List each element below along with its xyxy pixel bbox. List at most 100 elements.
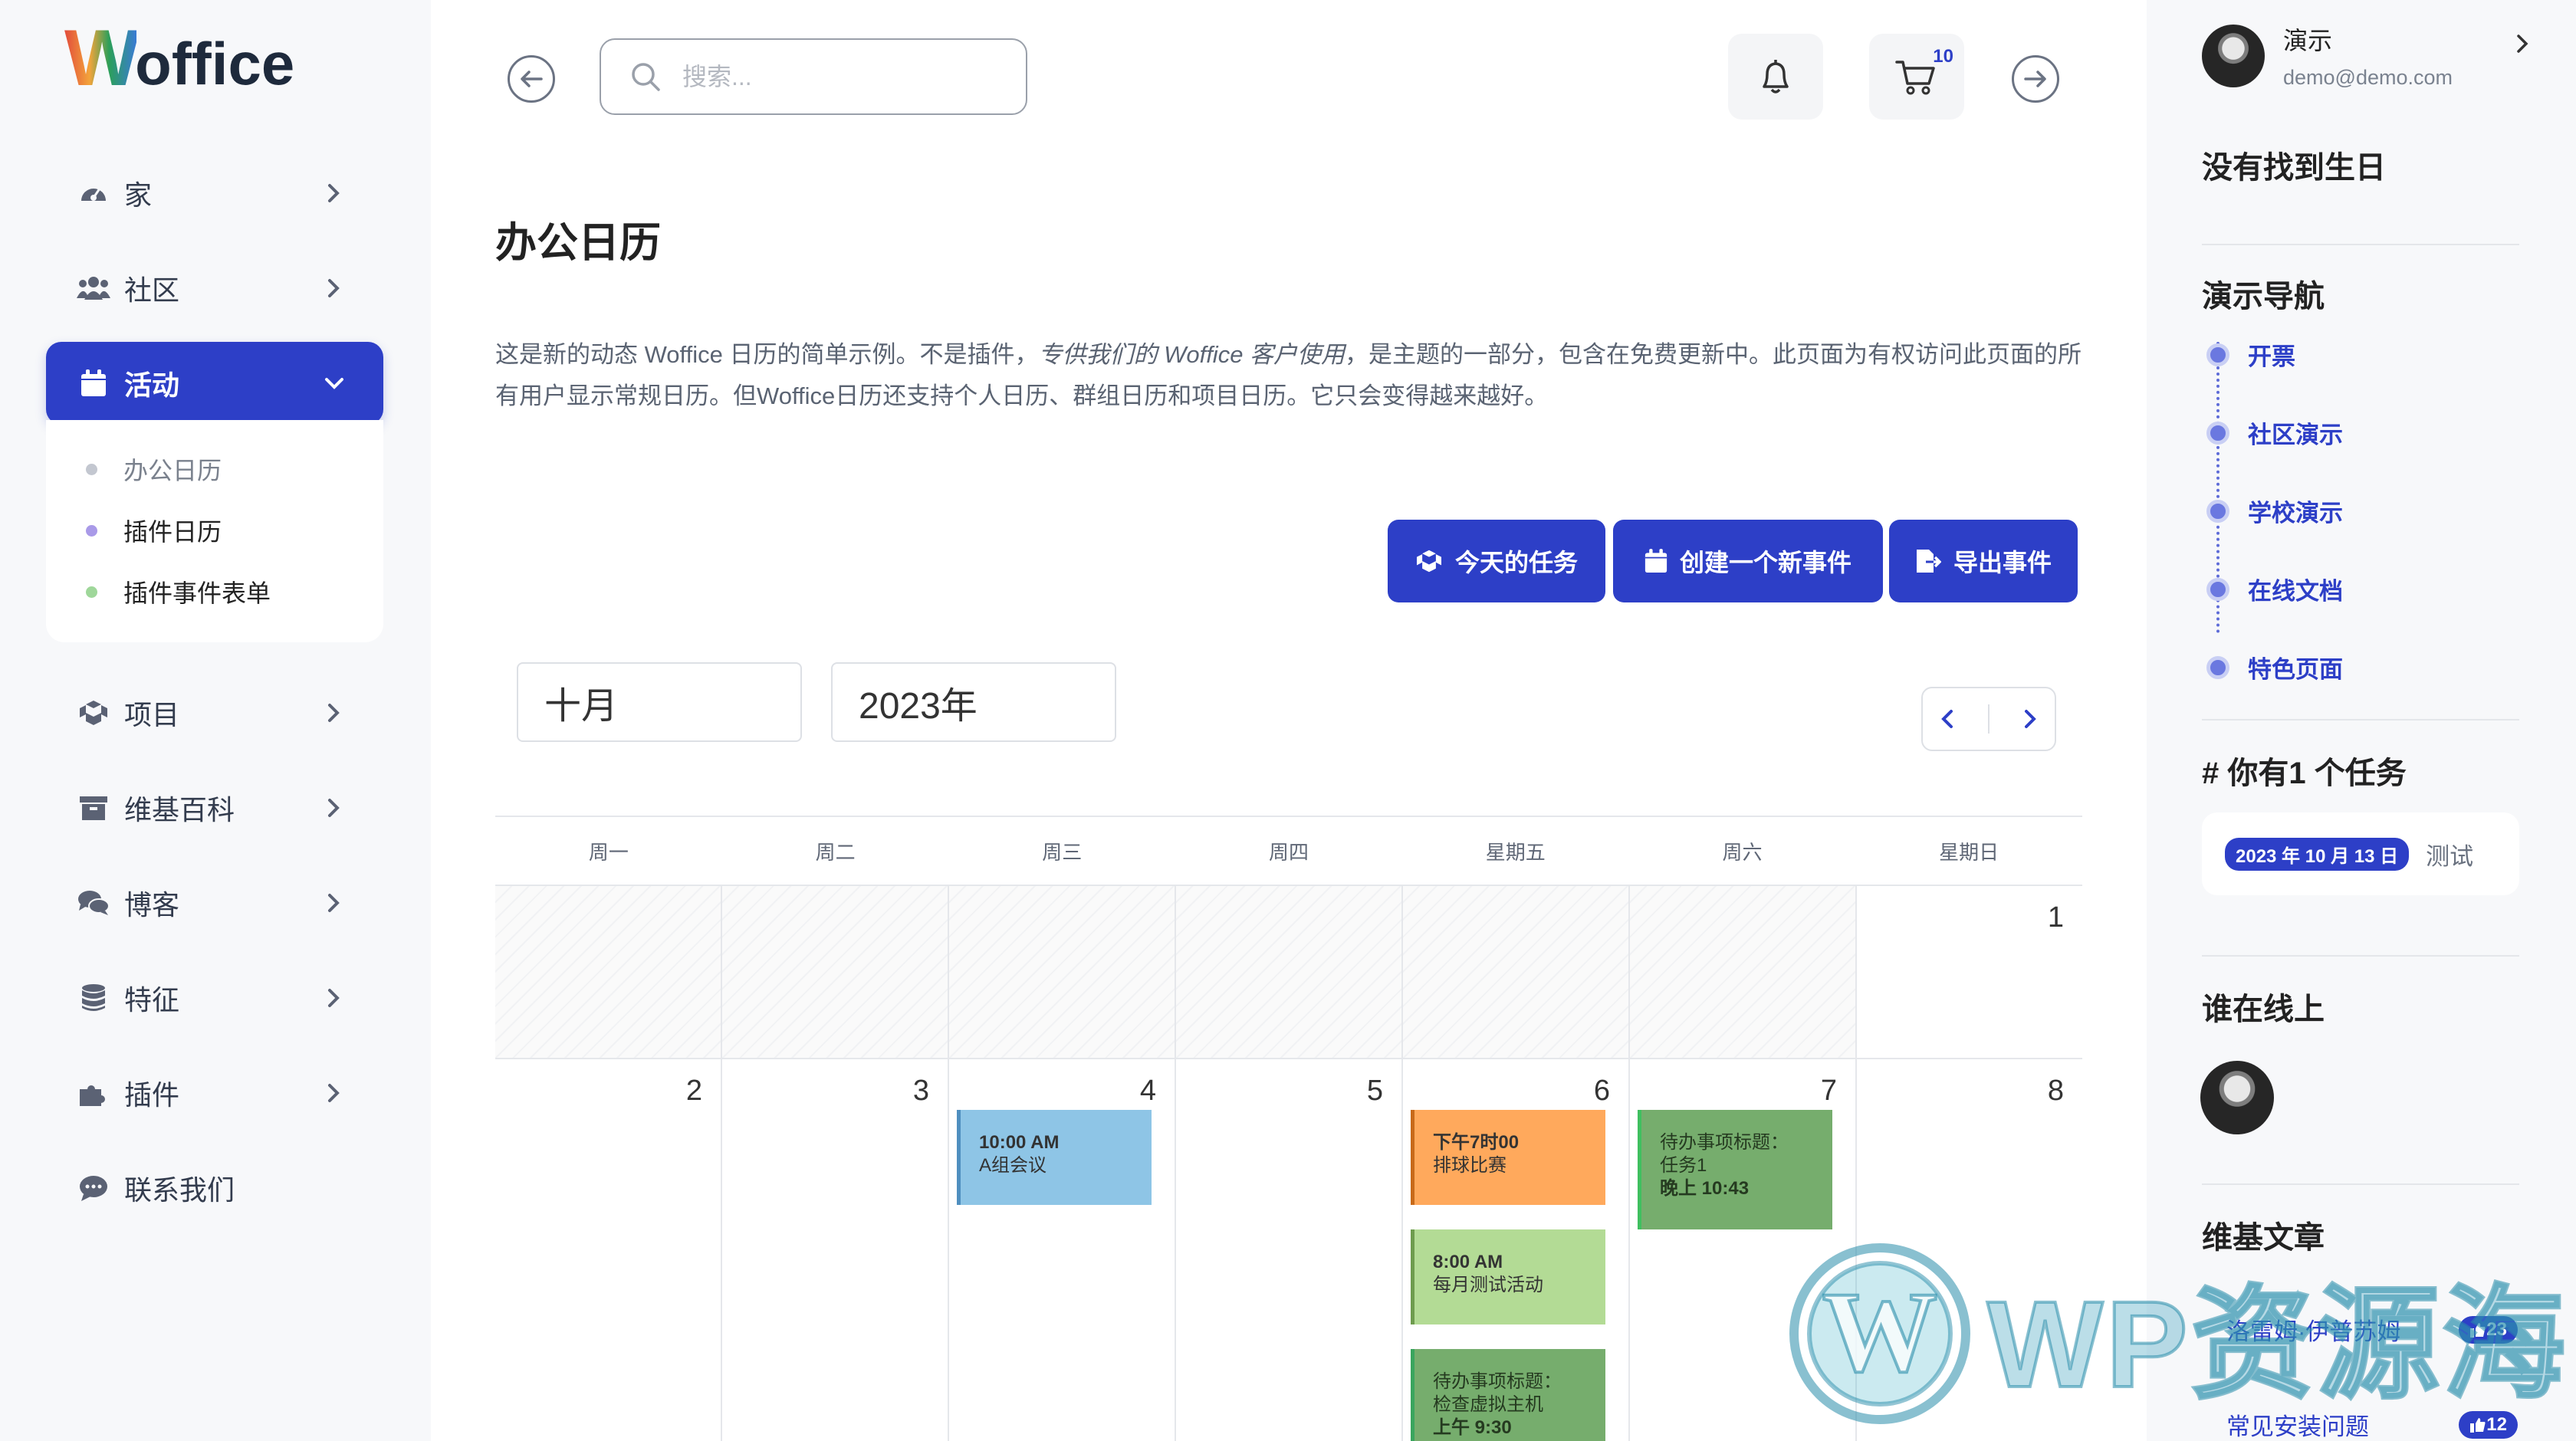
demo-nav-label: 特色页面 — [2248, 656, 2343, 683]
calendar-icon — [1644, 549, 1668, 573]
wiki-article-item[interactable]: 洛雷姆·伊普苏姆 23 — [2226, 1312, 2518, 1347]
timeline-dot-icon — [2206, 421, 2229, 445]
sidebar-item-label: 维基百科 — [124, 794, 235, 826]
bell-icon — [1763, 60, 1789, 94]
calendar-day[interactable]: 4 10:00 AM A组会议 — [949, 1059, 1176, 1441]
demo-nav-label: 开票 — [2248, 343, 2295, 370]
forward-button[interactable] — [2012, 55, 2059, 103]
timeline-dot-icon — [2206, 655, 2229, 679]
wiki-article-item[interactable]: 常见安装问题 12 — [2226, 1407, 2518, 1441]
arrow-left-icon — [521, 71, 543, 87]
event-time: 8:00 AM — [1433, 1252, 1503, 1272]
chevron-right-icon — [328, 894, 340, 912]
demo-nav-item[interactable]: 在线文档 — [2206, 572, 2343, 606]
demo-nav-item[interactable]: 社区演示 — [2206, 415, 2343, 450]
submenu-item-plugin-calendar[interactable]: 插件日历 — [86, 507, 222, 553]
today-tasks-button[interactable]: 今天的任务 — [1388, 520, 1605, 602]
day-number: 8 — [2047, 1075, 2064, 1107]
wiki-title: 维基文章 — [2202, 1221, 2325, 1255]
submenu-item-office-calendar[interactable]: 办公日历 — [86, 446, 222, 492]
demo-nav-item[interactable]: 特色页面 — [2206, 650, 2343, 684]
search-box[interactable] — [600, 38, 1027, 115]
day-number: 7 — [1820, 1075, 1837, 1107]
calendar-day[interactable]: 7 待办事项标题： 任务1 晚上 10:43 — [1630, 1059, 1857, 1441]
sidebar-item-blog[interactable]: 博客 — [46, 862, 383, 944]
calendar-event[interactable]: 待办事项标题： 检查虚拟主机 上午 9:30 — [1411, 1349, 1605, 1441]
demo-nav-label: 在线文档 — [2248, 578, 2343, 605]
cart-button[interactable]: 10 — [1869, 34, 1964, 120]
intro-emphasis: 专供我们的 Woffice 客户使用 — [1038, 341, 1346, 368]
submenu-label: 插件日历 — [123, 518, 222, 546]
calendar-week-row: 1 — [495, 886, 2082, 1059]
weekday-label: 星期日 — [1939, 840, 1999, 864]
chat-icon — [77, 1171, 110, 1205]
calendar-day[interactable]: 5 — [1176, 1059, 1403, 1441]
event-title: 检查虚拟主机 — [1433, 1394, 1543, 1415]
chevron-right-icon[interactable] — [2022, 707, 2039, 730]
calendar-day[interactable]: 8 — [1857, 1059, 2082, 1441]
birthday-title: 没有找到生日 — [2202, 151, 2386, 185]
create-event-button[interactable]: 创建一个新事件 — [1613, 520, 1883, 602]
archive-icon — [77, 791, 110, 825]
sidebar-item-label: 特征 — [124, 984, 180, 1016]
sidebar-item-label: 活动 — [124, 369, 180, 401]
event-title: 排球比赛 — [1433, 1155, 1506, 1176]
sidebar-item-home[interactable]: 家 — [46, 152, 383, 235]
cart-count-badge: 10 — [1933, 46, 1953, 67]
calendar-day[interactable]: 3 — [722, 1059, 949, 1441]
year-select[interactable]: 2023年 — [831, 662, 1116, 742]
export-events-button[interactable]: 导出事件 — [1889, 520, 2078, 602]
notifications-button[interactable] — [1728, 34, 1823, 120]
main-content: 10 办公日历 这是新的动态 Woffice 日历的简单示例。不是插件，专供我们… — [431, 0, 2147, 1441]
calendar-event[interactable]: 8:00 AM 每月测试活动 — [1411, 1229, 1605, 1324]
like-count-badge: 12 — [2459, 1410, 2518, 1439]
online-user-avatar[interactable] — [2200, 1061, 2274, 1134]
sidebar-item-features[interactable]: 特征 — [46, 957, 383, 1039]
bullet-icon — [86, 463, 97, 475]
demo-nav-item[interactable]: 学校演示 — [2206, 494, 2343, 528]
user-menu[interactable]: 演示 demo@demo.com — [2202, 21, 2453, 90]
database-icon — [77, 981, 110, 1015]
search-input[interactable] — [682, 62, 1004, 91]
users-icon — [77, 271, 110, 305]
sidebar-item-community[interactable]: 社区 — [46, 247, 383, 330]
user-email: demo@demo.com — [2283, 66, 2453, 89]
day-number: 2 — [685, 1075, 702, 1107]
calendar-event[interactable]: 10:00 AM A组会议 — [957, 1110, 1152, 1205]
comments-icon — [77, 886, 110, 920]
task-text: 测试 — [2426, 842, 2474, 870]
cubes-icon — [1416, 550, 1441, 573]
task-card[interactable]: 2023 年 10 月 13 日 测试 — [2202, 812, 2519, 895]
timeline-dot-icon — [2206, 577, 2229, 601]
calendar-grid: 周一 周二 周三 周四 星期五 周六 星期日 1 2 3 4 10:00 AM … — [495, 816, 2082, 1441]
submenu-item-plugin-event-form[interactable]: 插件事件表单 — [86, 569, 271, 615]
sidebar-item-label: 插件 — [124, 1079, 180, 1111]
sidebar-item-events[interactable]: 活动 — [46, 342, 383, 425]
calendar-event[interactable]: 待办事项标题： 任务1 晚上 10:43 — [1638, 1110, 1832, 1229]
calendar-day[interactable]: 6 下午7时00 排球比赛 8:00 AM 每月测试活动 待办事项标题： 检查虚… — [1403, 1059, 1630, 1441]
event-title: 任务1 — [1660, 1155, 1707, 1176]
event-time: 下午7时00 — [1433, 1132, 1520, 1153]
tasks-title: # 你有1 个任务 — [2202, 757, 2407, 790]
month-select[interactable]: 十月 — [517, 662, 802, 742]
calendar-day-empty — [1403, 886, 1630, 1058]
calendar-day[interactable]: 2 — [495, 1059, 722, 1441]
chevron-right-icon — [328, 989, 340, 1007]
woffice-logo[interactable]: W office — [64, 18, 294, 98]
dashboard-icon — [77, 176, 110, 210]
search-icon — [632, 63, 660, 91]
sidebar-item-wiki[interactable]: 维基百科 — [46, 766, 383, 849]
sidebar-item-projects[interactable]: 项目 — [46, 671, 383, 754]
sidebar-item-label: 家 — [124, 179, 153, 211]
calendar-event[interactable]: 下午7时00 排球比赛 — [1411, 1110, 1605, 1205]
demo-nav-item[interactable]: 开票 — [2206, 337, 2295, 372]
weekday-label: 周六 — [1722, 840, 1763, 864]
chevron-left-icon[interactable] — [1939, 707, 1956, 730]
sidebar-item-contact[interactable]: 联系我们 — [46, 1147, 383, 1229]
submenu-label: 办公日历 — [123, 457, 222, 484]
sidebar-item-plugins[interactable]: 插件 — [46, 1052, 383, 1134]
calendar-day[interactable]: 1 — [1857, 886, 2082, 1058]
calendar-day-empty — [949, 886, 1176, 1058]
back-button[interactable] — [508, 55, 555, 103]
chevron-right-icon[interactable] — [2513, 32, 2532, 55]
